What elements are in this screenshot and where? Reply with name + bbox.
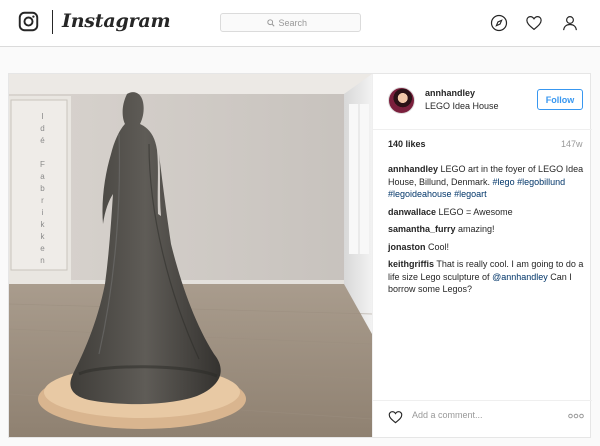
post-card: Idé Fabrikken annhandley LEGO Idea House… bbox=[8, 73, 592, 438]
comment-text: LEGO = Awesome bbox=[436, 206, 513, 217]
author-username[interactable]: annhandley bbox=[425, 88, 475, 98]
hashtag[interactable]: #legoart bbox=[454, 189, 487, 199]
add-comment-input[interactable] bbox=[412, 410, 532, 420]
comment-item: samantha_furry amazing! bbox=[388, 223, 584, 236]
hashtag[interactable]: #legoideahouse bbox=[388, 189, 452, 199]
comment-item: danwallace LEGO = Awesome bbox=[388, 206, 584, 219]
avatar[interactable] bbox=[388, 87, 415, 114]
like-heart-icon[interactable] bbox=[388, 410, 403, 424]
top-nav: Instagram bbox=[0, 0, 600, 47]
comment-user[interactable]: samantha_furry bbox=[388, 224, 456, 234]
comment-user[interactable]: keithgriffis bbox=[388, 259, 434, 269]
instagram-logo-icon[interactable] bbox=[18, 11, 39, 32]
user-icon[interactable] bbox=[561, 14, 579, 32]
compass-icon[interactable] bbox=[490, 14, 508, 32]
comment-user[interactable]: annhandley bbox=[388, 164, 438, 174]
caption: annhandley LEGO art in the foyer of LEGO… bbox=[388, 163, 584, 201]
hashtag[interactable]: #legobillund bbox=[517, 177, 565, 187]
post-footer bbox=[373, 400, 592, 437]
comment-user[interactable]: jonaston bbox=[388, 242, 426, 252]
search-box[interactable] bbox=[220, 13, 361, 32]
post-photo[interactable]: Idé Fabrikken bbox=[9, 74, 372, 437]
comments-list: annhandley LEGO art in the foyer of LEGO… bbox=[388, 163, 584, 301]
sculpture-photo-image bbox=[9, 74, 372, 437]
comment-text: Cool! bbox=[425, 241, 450, 252]
post-age[interactable]: 147w bbox=[561, 139, 583, 149]
post-header: annhandley LEGO Idea House Follow bbox=[373, 74, 592, 130]
hashtag[interactable]: #lego bbox=[493, 177, 515, 187]
brand-wordmark[interactable]: Instagram bbox=[62, 10, 171, 32]
more-options-icon[interactable] bbox=[568, 411, 584, 421]
follow-button[interactable]: Follow bbox=[537, 89, 583, 110]
comment-user[interactable]: danwallace bbox=[388, 207, 436, 217]
comment-text: amazing! bbox=[455, 224, 495, 234]
search-icon bbox=[266, 18, 275, 27]
likes-count[interactable]: 140 likes bbox=[388, 139, 426, 149]
mention-link[interactable]: @annhandley bbox=[492, 272, 548, 282]
search-input[interactable] bbox=[278, 17, 315, 28]
logo-divider bbox=[52, 10, 53, 34]
heart-icon[interactable] bbox=[525, 14, 543, 32]
post-sidebar: annhandley LEGO Idea House Follow 140 li… bbox=[372, 74, 592, 437]
post-location[interactable]: LEGO Idea House bbox=[425, 101, 499, 111]
wall-sign-text: Idé Fabrikken bbox=[38, 112, 47, 268]
comment-item: jonaston Cool! bbox=[388, 241, 584, 254]
comment-item: keithgriffis That is really cool. I am g… bbox=[388, 258, 584, 296]
